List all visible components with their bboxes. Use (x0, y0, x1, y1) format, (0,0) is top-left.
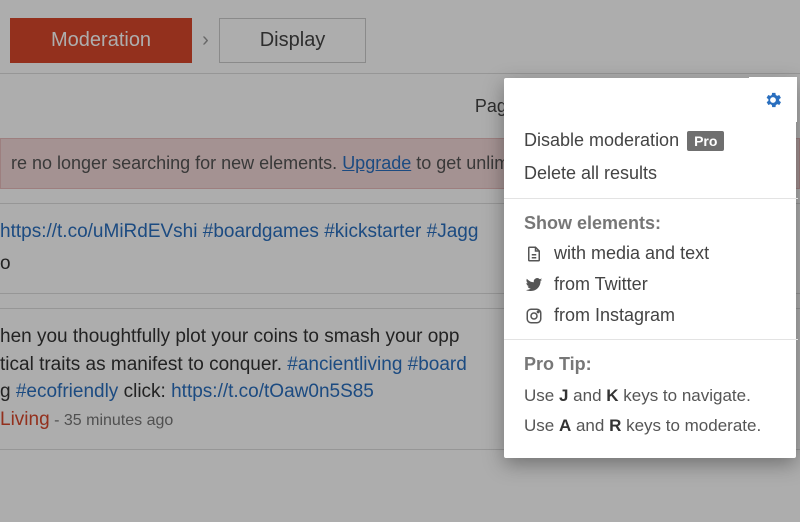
menu-filter-media-text[interactable]: with media and text (524, 238, 778, 269)
menu-item-label: from Instagram (554, 305, 675, 326)
post-hashtags[interactable]: #ancientliving #board (287, 354, 467, 375)
post-url-link[interactable]: https://t.co/tOaw0n5S85 (171, 381, 374, 402)
instagram-icon (524, 307, 544, 325)
post-author[interactable]: Living (0, 409, 50, 430)
menu-disable-moderation[interactable]: Disable moderation Pro (524, 124, 778, 157)
menu-filter-twitter[interactable]: from Twitter (524, 269, 778, 300)
banner-text-prefix: re no longer searching for new elements. (11, 153, 342, 173)
gear-icon (763, 90, 783, 110)
post-hashtags[interactable]: #boardgames #kickstarter #Jagg (197, 221, 478, 242)
tab-moderation[interactable]: Moderation (10, 18, 192, 63)
tab-bar: Moderation › Display (0, 0, 800, 73)
menu-item-label: with media and text (554, 243, 709, 264)
menu-item-label: Disable moderation (524, 130, 679, 151)
menu-section-title: Show elements: (524, 209, 778, 238)
post-hashtag[interactable]: #ecofriendly (16, 381, 118, 402)
chevron-right-icon: › (202, 29, 209, 52)
menu-divider (504, 198, 798, 199)
post-url-link[interactable]: https://t.co/uMiRdEVshi (0, 221, 197, 242)
pro-tip-line: Use J and K keys to navigate. (524, 379, 778, 409)
menu-item-label: from Twitter (554, 274, 648, 295)
menu-delete-all[interactable]: Delete all results (524, 157, 778, 190)
post-text-fragment: g (0, 381, 16, 402)
post-text-fragment: click: (118, 381, 171, 402)
pro-tip-line: Use A and R keys to moderate. (524, 409, 778, 439)
menu-item-label: Delete all results (524, 163, 657, 184)
tab-display[interactable]: Display (219, 18, 367, 63)
pro-badge: Pro (687, 131, 724, 151)
document-icon (524, 245, 544, 263)
post-timestamp: 35 minutes ago (64, 412, 173, 429)
upgrade-link[interactable]: Upgrade (342, 153, 411, 173)
pro-tip-title: Pro Tip: (524, 350, 778, 379)
post-dash: - (50, 412, 64, 429)
menu-divider (504, 339, 798, 340)
settings-gear-button-active[interactable] (749, 77, 797, 122)
settings-dropdown: Disable moderation Pro Delete all result… (504, 78, 796, 458)
post-text-line: tical traits as manifest to conquer. (0, 354, 287, 375)
twitter-icon (524, 276, 544, 294)
menu-filter-instagram[interactable]: from Instagram (524, 300, 778, 331)
banner-text-suffix: to get unlimi (411, 153, 513, 173)
